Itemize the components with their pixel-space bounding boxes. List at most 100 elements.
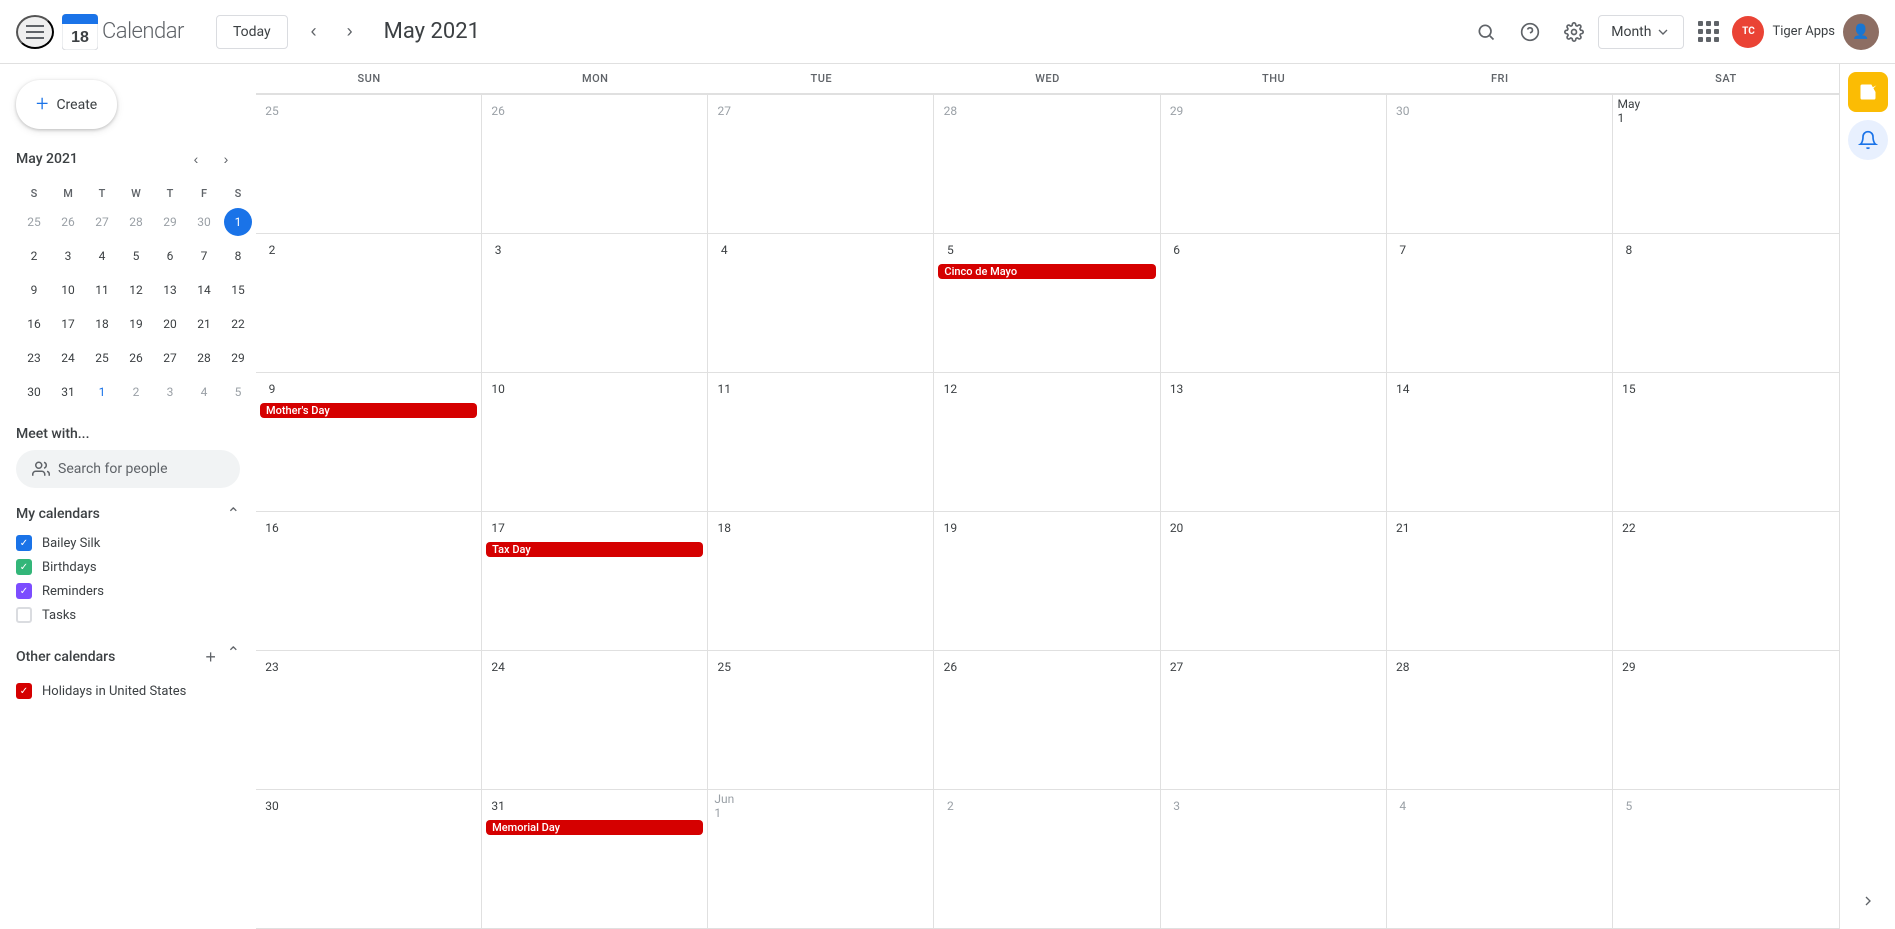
mini-cal-day[interactable]: 8 <box>222 240 254 272</box>
calendar-cell[interactable]: 27 <box>1161 651 1387 790</box>
calendar-checkbox[interactable]: ✓ <box>16 559 32 575</box>
calendar-cell[interactable]: 3 <box>482 234 708 373</box>
mini-cal-day[interactable]: 25 <box>18 206 50 238</box>
mini-cal-day[interactable]: 5 <box>222 376 254 408</box>
calendar-cell[interactable]: 28 <box>1387 651 1613 790</box>
mini-cal-day[interactable]: 15 <box>222 274 254 306</box>
calendar-day-number[interactable]: May 1 <box>1617 99 1641 123</box>
calendar-cell[interactable]: 12 <box>934 373 1160 512</box>
calendar-day-number[interactable]: 18 <box>712 516 736 540</box>
calendar-cell[interactable]: 24 <box>482 651 708 790</box>
mini-cal-day[interactable]: 3 <box>52 240 84 272</box>
scroll-right-button[interactable] <box>1848 881 1888 921</box>
calendar-cell[interactable]: 4 <box>708 234 934 373</box>
calendar-cell[interactable]: 25 <box>708 651 934 790</box>
calendar-cell[interactable]: 10 <box>482 373 708 512</box>
settings-button[interactable] <box>1554 12 1594 52</box>
mini-cal-day[interactable]: 23 <box>18 342 50 374</box>
calendar-day-number[interactable]: 25 <box>260 99 284 123</box>
mini-cal-next[interactable]: › <box>212 145 240 173</box>
calendar-day-number[interactable]: 27 <box>1165 655 1189 679</box>
calendar-day-number[interactable]: 30 <box>260 794 284 818</box>
mini-cal-day[interactable]: 22 <box>222 308 254 340</box>
reminder-icon-button[interactable] <box>1848 120 1888 160</box>
calendar-day-number[interactable]: 6 <box>1165 238 1189 262</box>
mini-cal-day[interactable]: 1 <box>222 206 254 238</box>
calendar-cell[interactable]: 29 <box>1161 95 1387 234</box>
mini-cal-day[interactable]: 31 <box>52 376 84 408</box>
other-calendars-title-area[interactable]: Other calendars <box>16 649 115 665</box>
calendar-day-number[interactable]: 10 <box>486 377 510 401</box>
mini-cal-day[interactable]: 25 <box>86 342 118 374</box>
calendar-day-number[interactable]: 19 <box>938 516 962 540</box>
calendar-checkbox[interactable]: ✓ <box>16 583 32 599</box>
search-button[interactable] <box>1466 12 1506 52</box>
calendar-cell[interactable]: 2 <box>256 234 482 373</box>
today-button[interactable]: Today <box>216 15 288 49</box>
calendar-day-number[interactable]: 29 <box>1165 99 1189 123</box>
calendar-day-number[interactable]: 26 <box>938 655 962 679</box>
calendar-day-number[interactable]: 5 <box>938 238 962 262</box>
calendar-cell[interactable]: 22 <box>1613 512 1839 651</box>
calendar-day-number[interactable]: 30 <box>1391 99 1415 123</box>
calendar-day-number[interactable]: 12 <box>938 377 962 401</box>
calendar-checkbox[interactable]: ✓ <box>16 683 32 699</box>
event-chip[interactable]: Tax Day <box>486 542 703 557</box>
mini-cal-day[interactable]: 2 <box>120 376 152 408</box>
calendar-cell[interactable]: 31Memorial Day <box>482 790 708 929</box>
calendar-day-number[interactable]: 5 <box>1617 794 1641 818</box>
calendar-cell[interactable]: 30 <box>256 790 482 929</box>
google-apps-button[interactable] <box>1688 12 1728 52</box>
calendar-day-number[interactable]: 15 <box>1617 377 1641 401</box>
calendar-day-number[interactable]: 26 <box>486 99 510 123</box>
mini-cal-day[interactable]: 28 <box>120 206 152 238</box>
calendar-cell[interactable]: 20 <box>1161 512 1387 651</box>
account-area[interactable]: TC Tiger Apps 👤 <box>1732 14 1879 50</box>
calendar-cell[interactable]: 3 <box>1161 790 1387 929</box>
calendar-cell[interactable]: 19 <box>934 512 1160 651</box>
mini-cal-day[interactable]: 29 <box>154 206 186 238</box>
event-chip[interactable]: Memorial Day <box>486 820 703 835</box>
mini-cal-day[interactable]: 2 <box>18 240 50 272</box>
calendar-day-number[interactable]: 3 <box>486 238 510 262</box>
my-calendars-header[interactable]: My calendars ⌃ <box>16 504 240 523</box>
calendar-day-number[interactable]: 20 <box>1165 516 1189 540</box>
mini-cal-day[interactable]: 20 <box>154 308 186 340</box>
calendar-day-number[interactable]: 16 <box>260 516 284 540</box>
calendar-checkbox[interactable] <box>16 607 32 623</box>
calendar-cell[interactable]: 13 <box>1161 373 1387 512</box>
prev-month-button[interactable]: ‹ <box>296 14 332 50</box>
my-calendar-item[interactable]: ✓Birthdays <box>16 555 240 579</box>
calendar-day-number[interactable]: 27 <box>712 99 736 123</box>
create-button[interactable]: + Create <box>16 80 117 129</box>
calendar-day-number[interactable]: 29 <box>1617 655 1641 679</box>
calendar-day-number[interactable]: 17 <box>486 516 510 540</box>
calendar-day-number[interactable]: 13 <box>1165 377 1189 401</box>
mini-cal-prev[interactable]: ‹ <box>182 145 210 173</box>
calendar-cell[interactable]: 26 <box>482 95 708 234</box>
calendar-day-number[interactable]: Jun 1 <box>712 794 736 818</box>
mini-cal-day[interactable]: 12 <box>120 274 152 306</box>
calendar-cell[interactable]: 14 <box>1387 373 1613 512</box>
mini-cal-day[interactable]: 18 <box>86 308 118 340</box>
mini-cal-day[interactable]: 27 <box>154 342 186 374</box>
calendar-day-number[interactable]: 2 <box>260 238 284 262</box>
help-button[interactable] <box>1510 12 1550 52</box>
my-calendar-item[interactable]: ✓Bailey Silk <box>16 531 240 555</box>
calendar-day-number[interactable]: 24 <box>486 655 510 679</box>
calendar-day-number[interactable]: 22 <box>1617 516 1641 540</box>
mini-cal-day[interactable]: 9 <box>18 274 50 306</box>
calendar-cell[interactable]: 9Mother's Day <box>256 373 482 512</box>
mini-cal-day[interactable]: 14 <box>188 274 220 306</box>
calendar-day-number[interactable]: 7 <box>1391 238 1415 262</box>
mini-cal-day[interactable]: 27 <box>86 206 118 238</box>
mini-cal-day[interactable]: 10 <box>52 274 84 306</box>
other-calendar-item[interactable]: ✓Holidays in United States <box>16 679 240 703</box>
mini-cal-day[interactable]: 26 <box>52 206 84 238</box>
calendar-cell[interactable]: 18 <box>708 512 934 651</box>
mini-cal-day[interactable]: 4 <box>86 240 118 272</box>
add-other-calendar-button[interactable]: + <box>197 643 225 671</box>
calendar-cell[interactable]: 27 <box>708 95 934 234</box>
mini-cal-day[interactable]: 24 <box>52 342 84 374</box>
mini-cal-day[interactable]: 5 <box>120 240 152 272</box>
